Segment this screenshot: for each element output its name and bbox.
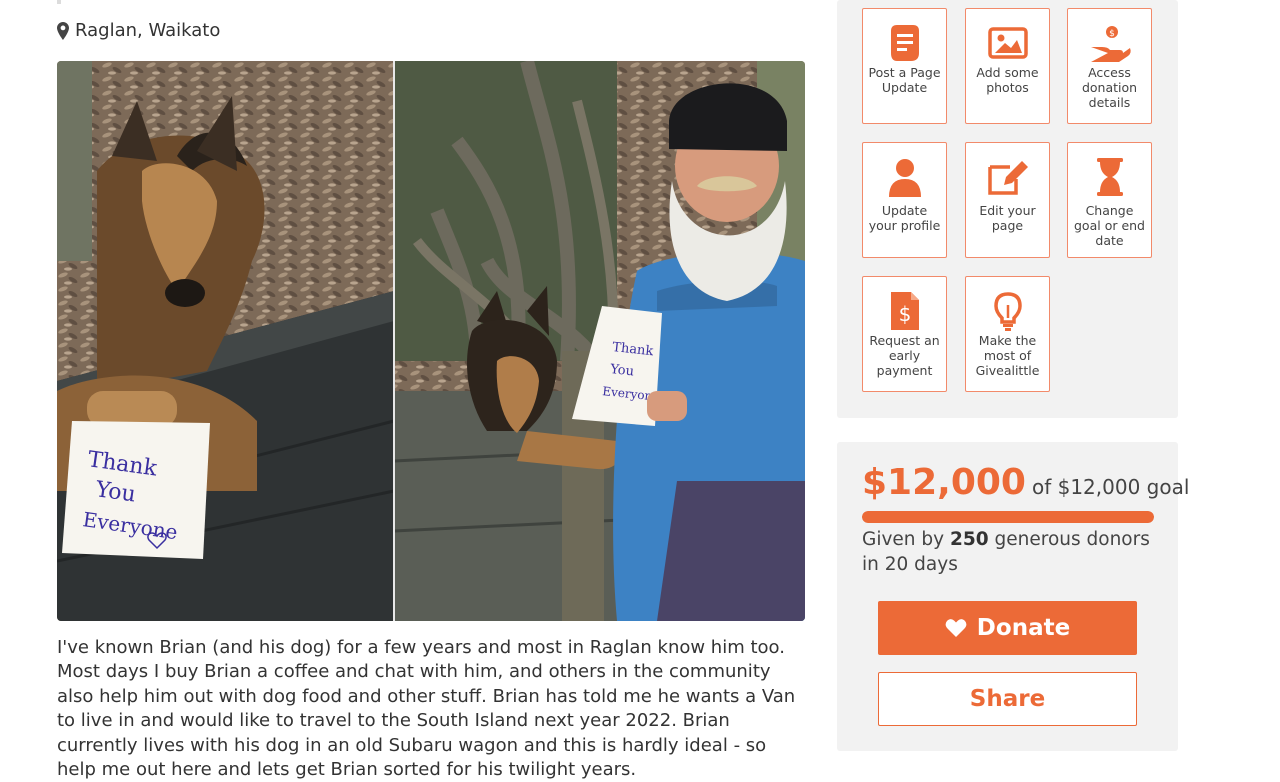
sign-right-line-2: You: [609, 362, 635, 379]
donor-count: 250: [950, 529, 989, 550]
given-by-text: Given by: [862, 529, 945, 550]
sign-left: Thank You Everyone: [62, 421, 210, 559]
hand-money-icon: $: [1090, 26, 1131, 62]
page-tools-panel: Post a Page Update Add some photos $ Acc…: [837, 0, 1178, 418]
access-donation-details-button[interactable]: $ Access donation details: [1067, 8, 1152, 124]
make-the-most-button[interactable]: Make the most of Givealittle: [965, 276, 1050, 392]
story-text: I've known Brian (and his dog) for a few…: [57, 637, 796, 781]
progress-panel: $12,000 of $12,000 goal Given by 250 gen…: [837, 442, 1189, 751]
photos-icon: [987, 27, 1028, 59]
post-page-update-label: Post a Page Update: [868, 65, 941, 96]
make-the-most-label: Make the most of Givealittle: [975, 333, 1040, 379]
pencil-icon: [987, 161, 1028, 195]
edit-page-label: Edit your page: [979, 203, 1036, 234]
photo-right: Thank You Everyone: [393, 61, 805, 621]
change-goal-button[interactable]: Change goal or end date: [1067, 142, 1152, 258]
request-payment-label: Request an early payment: [869, 333, 940, 379]
svg-text:$: $: [1109, 29, 1115, 39]
user-icon: [888, 159, 921, 197]
change-goal-label: Change goal or end date: [1074, 203, 1145, 249]
svg-text:$: $: [898, 302, 911, 326]
update-profile-label: Update your profile: [868, 203, 941, 234]
hourglass-icon: [1096, 158, 1123, 196]
amount-row: $12,000 of $12,000 goal: [862, 462, 1189, 503]
page-update-icon: [890, 25, 919, 61]
edit-page-button[interactable]: Edit your page: [965, 142, 1050, 258]
progress-bar: [862, 511, 1154, 523]
donate-button-label: Donate: [976, 615, 1071, 641]
dollar-document-icon: $: [890, 292, 919, 330]
top-divider: [57, 0, 61, 4]
heart-icon: [945, 619, 967, 637]
progress-bar-fill: [862, 511, 1154, 523]
add-photos-button[interactable]: Add some photos: [965, 8, 1050, 124]
share-button-label: Share: [969, 686, 1046, 712]
goal-text: of $12,000 goal: [1031, 475, 1190, 499]
add-photos-label: Add some photos: [976, 65, 1039, 96]
donate-button[interactable]: Donate: [878, 601, 1137, 655]
lightbulb-icon: [993, 292, 1022, 331]
request-payment-button[interactable]: $ Request an early payment: [862, 276, 947, 392]
donor-summary: Given by 250 generous donors in 20 days: [862, 528, 1162, 577]
location: Raglan, Waikato: [57, 20, 220, 41]
post-page-update-button[interactable]: Post a Page Update: [862, 8, 947, 124]
map-marker-icon: [57, 21, 69, 40]
share-button[interactable]: Share: [878, 672, 1137, 726]
campaign-photo: Thank You Everyone Thank You Everyone: [57, 61, 805, 621]
update-profile-button[interactable]: Update your profile: [862, 142, 947, 258]
raised-amount: $12,000: [862, 462, 1026, 503]
location-text: Raglan, Waikato: [75, 20, 221, 41]
access-donation-details-label: Access donation details: [1081, 65, 1138, 111]
